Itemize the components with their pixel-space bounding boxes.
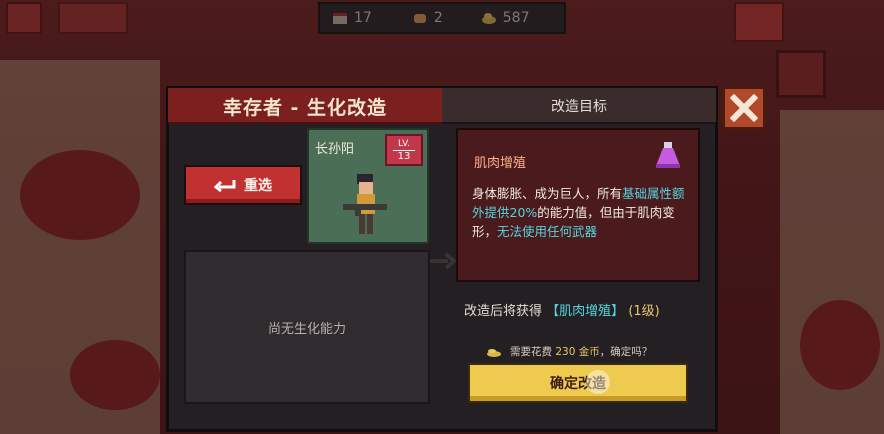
target-header: 改造目标 — [551, 99, 607, 115]
close-icon — [730, 94, 758, 122]
cost-suffix: ，确定吗？ — [599, 346, 653, 358]
desc-highlight-2: 无法使用任何武器 — [497, 224, 598, 239]
level-label: LV. — [393, 138, 415, 151]
survivor-name: 长孙阳 — [315, 142, 355, 157]
return-arrow-icon — [214, 180, 236, 192]
coin-icon — [487, 348, 501, 357]
cost-prompt: 需要花费 230 金币 ，确定吗？ — [486, 344, 652, 359]
confirm-modify-button[interactable]: 确定改造 — [468, 363, 688, 403]
cost-prefix: 需要花费 — [510, 346, 552, 358]
target-ability-name: 肌肉增殖 — [474, 156, 527, 171]
reselect-label: 重选 — [244, 178, 272, 194]
gain-level: (1级) — [628, 304, 660, 319]
reselect-button[interactable]: 重选 — [184, 165, 302, 205]
gain-prefix: 改造后将获得 — [464, 304, 543, 319]
arrow-right-icon — [430, 252, 456, 270]
touch-indicator — [586, 370, 610, 394]
dialog-title: 幸存者 - 生化改造 — [222, 96, 388, 119]
target-ability-panel: 肌肉增殖 身体膨胀、成为巨人，所有基础属性额外提供20%的能力值，但由于肌肉变形… — [456, 128, 700, 282]
gain-summary: 改造后将获得 【肌肉增殖】 (1级) — [464, 300, 660, 319]
survivor-card: 长孙阳 LV. 13 — [307, 128, 429, 244]
cost-amount: 230 金币 — [555, 346, 600, 358]
potion-icon — [656, 142, 680, 168]
no-ability-text: 尚无生化能力 — [267, 321, 346, 337]
close-button[interactable] — [722, 86, 766, 130]
current-ability-panel: 尚无生化能力 — [184, 250, 430, 404]
survivor-sprite — [343, 174, 387, 234]
level-badge: LV. 13 — [385, 134, 423, 166]
target-ability-description: 身体膨胀、成为巨人，所有基础属性额外提供20%的能力值，但由于肌肉变形，无法使用… — [472, 184, 692, 241]
desc-part-1: 身体膨胀、成为巨人，所有 — [472, 186, 623, 201]
gain-ability-name: 【肌肉增殖】 — [546, 304, 625, 319]
level-value: 13 — [397, 151, 411, 162]
